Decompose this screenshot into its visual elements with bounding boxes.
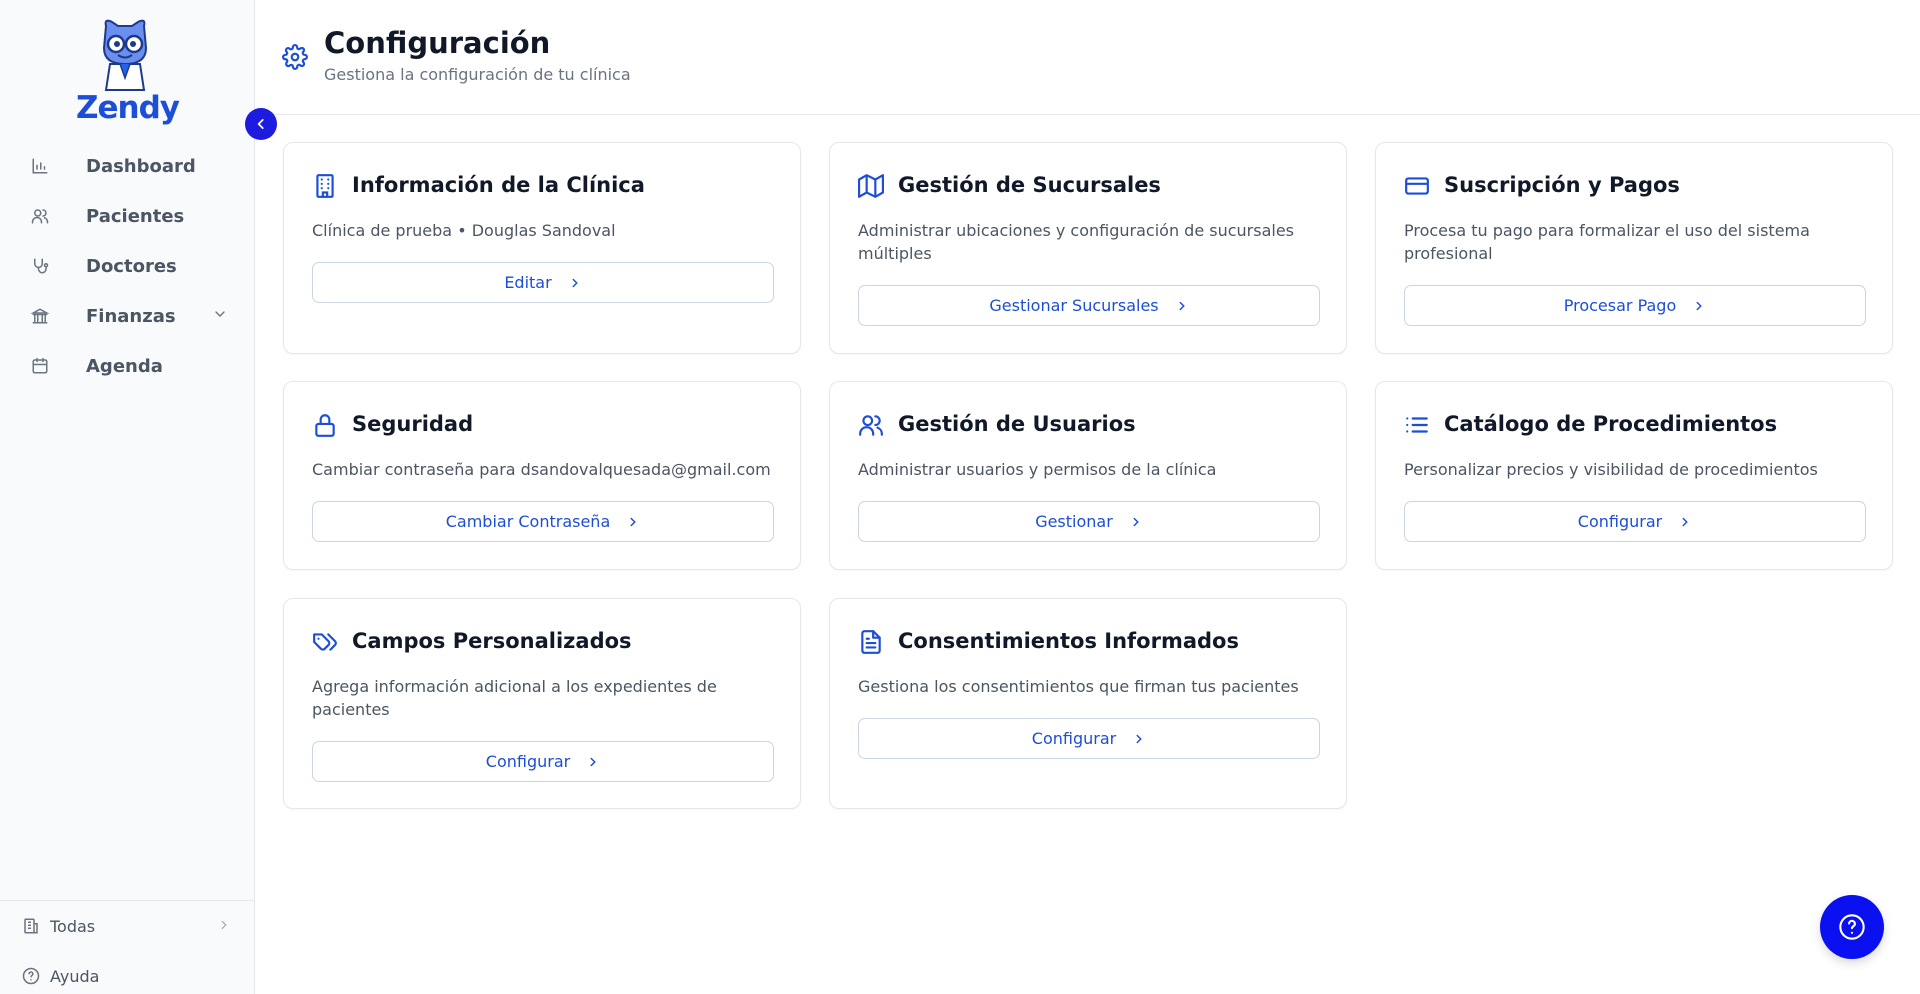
users-icon	[28, 204, 52, 228]
chevron-right-icon	[1132, 732, 1146, 746]
list-icon	[1404, 412, 1432, 440]
manage-branches-button[interactable]: Gestionar Sucursales	[858, 285, 1320, 326]
chevron-right-icon	[1129, 515, 1143, 529]
card-branches: Gestión de Sucursales Administrar ubicac…	[829, 142, 1347, 354]
card-title: Campos Personalizados	[352, 629, 632, 653]
configure-consents-button[interactable]: Configurar	[858, 718, 1320, 759]
chevron-right-icon	[568, 276, 582, 290]
button-label: Cambiar Contraseña	[445, 512, 611, 531]
page-header: Configuración Gestiona la configuración …	[256, 0, 1920, 115]
brand-name: Zendy	[76, 90, 180, 126]
configure-custom-fields-button[interactable]: Configurar	[312, 741, 774, 782]
card-procedures: Catálogo de Procedimientos Personalizar …	[1375, 381, 1893, 570]
credit-card-icon	[1404, 173, 1432, 201]
calendar-icon	[28, 354, 52, 378]
card-description: Administrar ubicaciones y configuración …	[858, 221, 1295, 263]
document-icon	[858, 629, 886, 657]
sidebar-item-doctores[interactable]: Doctores	[28, 241, 228, 291]
sidebar-footer: Todas Ayuda	[0, 900, 255, 994]
branch-selector-label: Todas	[50, 916, 96, 936]
sidebar: Zendy Dashboard Pacientes Doctores Finan…	[0, 0, 277, 994]
sidebar-item-label: Pacientes	[86, 205, 185, 227]
button-label: Configurar	[1031, 729, 1117, 748]
branch-selector[interactable]: Todas	[0, 901, 255, 951]
button-label: Gestionar Sucursales	[989, 296, 1159, 315]
collapse-sidebar-button[interactable]	[245, 108, 277, 140]
card-description: Cambiar contraseña para dsandovalquesada…	[312, 460, 771, 479]
help-circle-icon	[1839, 914, 1865, 940]
card-consents: Consentimientos Informados Gestiona los …	[829, 598, 1347, 809]
card-security: Seguridad Cambiar contraseña para dsando…	[283, 381, 801, 570]
users-icon	[858, 412, 886, 440]
button-label: Configurar	[1577, 512, 1663, 531]
card-custom-fields: Campos Personalizados Agrega información…	[283, 598, 801, 809]
chevron-down-icon[interactable]	[212, 306, 228, 326]
bank-icon	[28, 304, 52, 328]
sidebar-item-dashboard[interactable]: Dashboard	[28, 141, 228, 191]
button-label: Configurar	[485, 752, 571, 771]
sidebar-item-label: Finanzas	[86, 305, 176, 327]
card-users: Gestión de Usuarios Administrar usuarios…	[829, 381, 1347, 570]
button-label: Gestionar	[1035, 512, 1113, 531]
lock-icon	[312, 412, 340, 440]
mascot-icon	[102, 19, 148, 91]
help-link[interactable]: Ayuda	[0, 951, 255, 994]
chevron-right-icon	[1692, 299, 1706, 313]
card-description: Procesa tu pago para formalizar el uso d…	[1404, 221, 1810, 263]
floating-help-button[interactable]	[1820, 895, 1884, 959]
card-description: Agrega información adicional a los exped…	[312, 677, 717, 719]
card-title: Información de la Clínica	[352, 173, 645, 197]
card-description: Personalizar precios y visibilidad de pr…	[1404, 460, 1818, 479]
card-clinic-info: Información de la Clínica Clínica de pru…	[283, 142, 801, 354]
zendy-logo[interactable]: Zendy	[70, 14, 180, 130]
help-circle-icon	[22, 966, 42, 986]
stethoscope-icon	[28, 254, 52, 278]
chevron-right-icon	[1678, 515, 1692, 529]
chevron-right-icon	[626, 515, 640, 529]
configure-procedures-button[interactable]: Configurar	[1404, 501, 1866, 542]
card-subscription: Suscripción y Pagos Procesa tu pago para…	[1375, 142, 1893, 354]
edit-clinic-button[interactable]: Editar	[312, 262, 774, 303]
button-label: Editar	[504, 273, 552, 292]
sidebar-item-label: Doctores	[86, 255, 177, 277]
sidebar-item-pacientes[interactable]: Pacientes	[28, 191, 228, 241]
tags-icon	[312, 629, 340, 657]
button-label: Procesar Pago	[1563, 296, 1677, 315]
card-description: Clínica de prueba • Douglas Sandoval	[312, 221, 616, 240]
card-title: Gestión de Usuarios	[898, 412, 1136, 436]
card-title: Catálogo de Procedimientos	[1444, 412, 1778, 436]
sidebar-item-agenda[interactable]: Agenda	[28, 341, 228, 391]
chevron-right-icon	[586, 755, 600, 769]
gear-icon	[282, 44, 308, 74]
card-title: Suscripción y Pagos	[1444, 173, 1680, 197]
help-link-label: Ayuda	[50, 966, 100, 986]
bar-chart-icon	[28, 154, 52, 178]
page-title: Configuración	[324, 26, 551, 60]
buildings-icon	[22, 916, 42, 936]
card-title: Seguridad	[352, 412, 474, 436]
card-title: Gestión de Sucursales	[898, 173, 1161, 197]
chevron-right-icon	[217, 917, 231, 936]
building-icon	[312, 173, 340, 201]
card-description: Administrar usuarios y permisos de la cl…	[858, 460, 1217, 479]
sidebar-nav: Dashboard Pacientes Doctores Finanzas Ag…	[28, 141, 228, 391]
sidebar-item-label: Agenda	[86, 355, 163, 377]
manage-users-button[interactable]: Gestionar	[858, 501, 1320, 542]
chevron-left-icon	[257, 119, 264, 129]
card-title: Consentimientos Informados	[898, 629, 1239, 653]
map-icon	[858, 173, 886, 201]
change-password-button[interactable]: Cambiar Contraseña	[312, 501, 774, 542]
card-description: Gestiona los consentimientos que firman …	[858, 677, 1299, 696]
sidebar-item-finanzas[interactable]: Finanzas	[28, 291, 228, 341]
chevron-right-icon	[1175, 299, 1189, 313]
sidebar-item-label: Dashboard	[86, 155, 196, 177]
page-subtitle: Gestiona la configuración de tu clínica	[324, 65, 631, 84]
process-payment-button[interactable]: Procesar Pago	[1404, 285, 1866, 326]
